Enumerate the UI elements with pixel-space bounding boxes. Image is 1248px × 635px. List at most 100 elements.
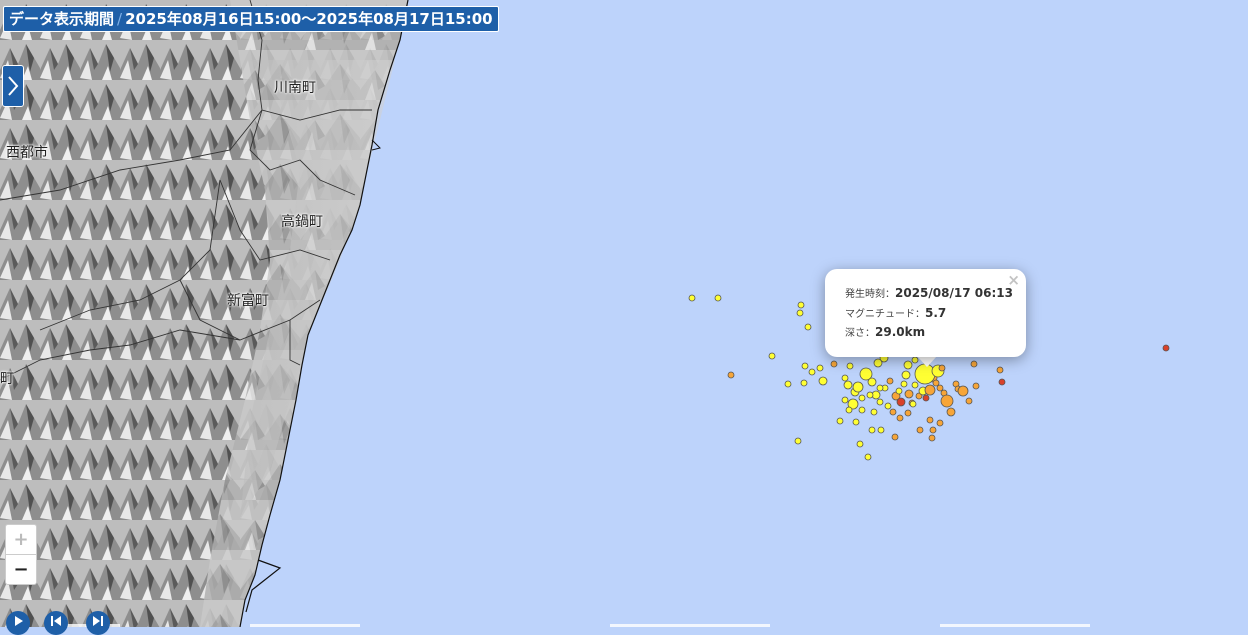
earthquake-marker[interactable] [914,363,936,385]
earthquake-marker[interactable] [794,437,802,445]
skip-forward-icon [93,616,103,626]
popup-tip [917,356,937,367]
earthquake-marker[interactable] [727,371,735,379]
earthquake-marker[interactable] [846,362,854,370]
display-period-box: データ表示期間/2025年08月16日15:00〜2025年08月17日15:0… [3,6,499,32]
earthquake-marker[interactable] [904,389,914,399]
earthquake-marker[interactable] [870,408,878,416]
zoom-control: + − [5,524,37,585]
earthquake-marker[interactable] [946,407,956,417]
earthquake-marker[interactable] [970,360,978,368]
earthquake-marker[interactable] [924,384,936,396]
town-label-saito: 西都市 [6,145,48,161]
earthquake-marker[interactable] [858,394,866,402]
earthquake-marker[interactable] [843,380,853,390]
earthquake-marker[interactable] [922,394,930,402]
earthquake-marker[interactable] [768,352,776,360]
period-separator: / [117,10,123,28]
popup-magnitude-label: マグニチュード： [845,309,925,320]
earthquake-marker[interactable] [996,366,1004,374]
earthquake-marker[interactable] [866,391,874,399]
earthquake-marker[interactable] [868,426,876,434]
earthquake-marker[interactable] [877,426,885,434]
earthquake-marker[interactable] [816,364,824,372]
earthquake-marker[interactable] [796,309,804,317]
earthquake-marker[interactable] [841,396,849,404]
earthquake-marker[interactable] [896,397,906,407]
town-label-edge: 町 [0,371,14,387]
earthquake-marker[interactable] [867,377,877,387]
prev-button[interactable] [44,611,68,635]
earthquake-marker[interactable] [858,406,866,414]
earthquake-marker[interactable] [886,377,894,385]
earthquake-marker[interactable] [889,408,897,416]
panel-toggle-button[interactable] [2,65,24,107]
map-canvas [0,0,1170,627]
earthquake-marker[interactable] [830,360,838,368]
earthquake-marker[interactable] [900,380,908,388]
play-button[interactable] [6,611,30,635]
earthquake-marker[interactable] [873,358,883,368]
popup-depth-value: 29.0km [875,325,926,339]
skip-back-icon [51,616,61,626]
earthquake-marker[interactable] [876,398,884,406]
earthquake-marker[interactable] [965,397,973,405]
next-button[interactable] [86,611,110,635]
earthquake-popup: × 発生時刻：2025/08/17 06:13 マグニチュード：5.7 深さ：2… [825,269,1026,357]
earthquake-marker[interactable] [818,376,828,386]
town-label-takanabe: 高鍋町 [281,214,323,230]
earthquake-marker[interactable] [884,402,892,410]
earthquake-marker[interactable] [797,301,805,309]
earthquake-marker[interactable] [688,294,696,302]
earthquake-marker[interactable] [936,384,944,392]
period-label: データ表示期間 [9,10,115,28]
earthquake-marker[interactable] [845,406,853,414]
earthquake-marker[interactable] [928,434,936,442]
earthquake-marker[interactable] [876,384,884,392]
popup-depth-row: 深さ：29.0km [845,324,925,339]
earthquake-marker[interactable] [804,323,812,331]
earthquake-marker[interactable] [852,381,864,393]
earthquake-marker[interactable] [714,294,722,302]
earthquake-marker[interactable] [896,414,904,422]
earthquake-marker[interactable] [800,379,808,387]
earthquake-marker[interactable] [901,370,911,380]
earthquake-marker[interactable] [904,409,912,417]
earthquake-marker[interactable] [856,440,864,448]
earthquake-marker[interactable] [929,426,937,434]
earthquake-marker[interactable] [936,419,944,427]
earthquake-marker[interactable] [895,387,903,395]
zoom-in-button[interactable]: + [6,525,36,555]
earthquake-marker[interactable] [911,381,919,389]
chevron-right-icon [8,76,19,96]
period-range: 2025年08月16日15:00〜2025年08月17日15:00 [125,10,493,28]
earthquake-marker[interactable] [940,394,954,408]
earthquake-marker[interactable] [1162,344,1170,352]
map-view[interactable] [0,0,1248,627]
earthquake-marker[interactable] [808,368,816,376]
town-label-kawaminami: 川南町 [274,80,316,96]
earthquake-marker[interactable] [891,433,899,441]
earthquake-marker[interactable] [916,426,924,434]
earthquake-marker[interactable] [972,382,980,390]
earthquake-marker[interactable] [836,417,844,425]
town-label-shintomi: 新富町 [227,293,269,309]
earthquake-marker[interactable] [909,400,917,408]
earthquake-marker[interactable] [903,360,913,370]
earthquake-marker[interactable] [864,453,872,461]
earthquake-marker[interactable] [841,374,849,382]
earthquake-marker[interactable] [938,364,946,372]
earthquake-marker[interactable] [932,379,940,387]
popup-magnitude-value: 5.7 [925,306,947,320]
popup-time-label: 発生時刻： [845,289,895,300]
popup-depth-label: 深さ： [845,328,875,339]
earthquake-marker[interactable] [784,380,792,388]
popup-time-value: 2025/08/17 06:13 [895,286,1013,300]
earthquake-marker[interactable] [801,362,809,370]
zoom-out-button[interactable]: − [6,555,36,584]
earthquake-marker[interactable] [852,418,860,426]
earthquake-marker[interactable] [998,378,1006,386]
earthquake-marker[interactable] [957,385,969,397]
earthquake-marker[interactable] [926,416,934,424]
popup-time-row: 発生時刻：2025/08/17 06:13 [845,285,1013,300]
